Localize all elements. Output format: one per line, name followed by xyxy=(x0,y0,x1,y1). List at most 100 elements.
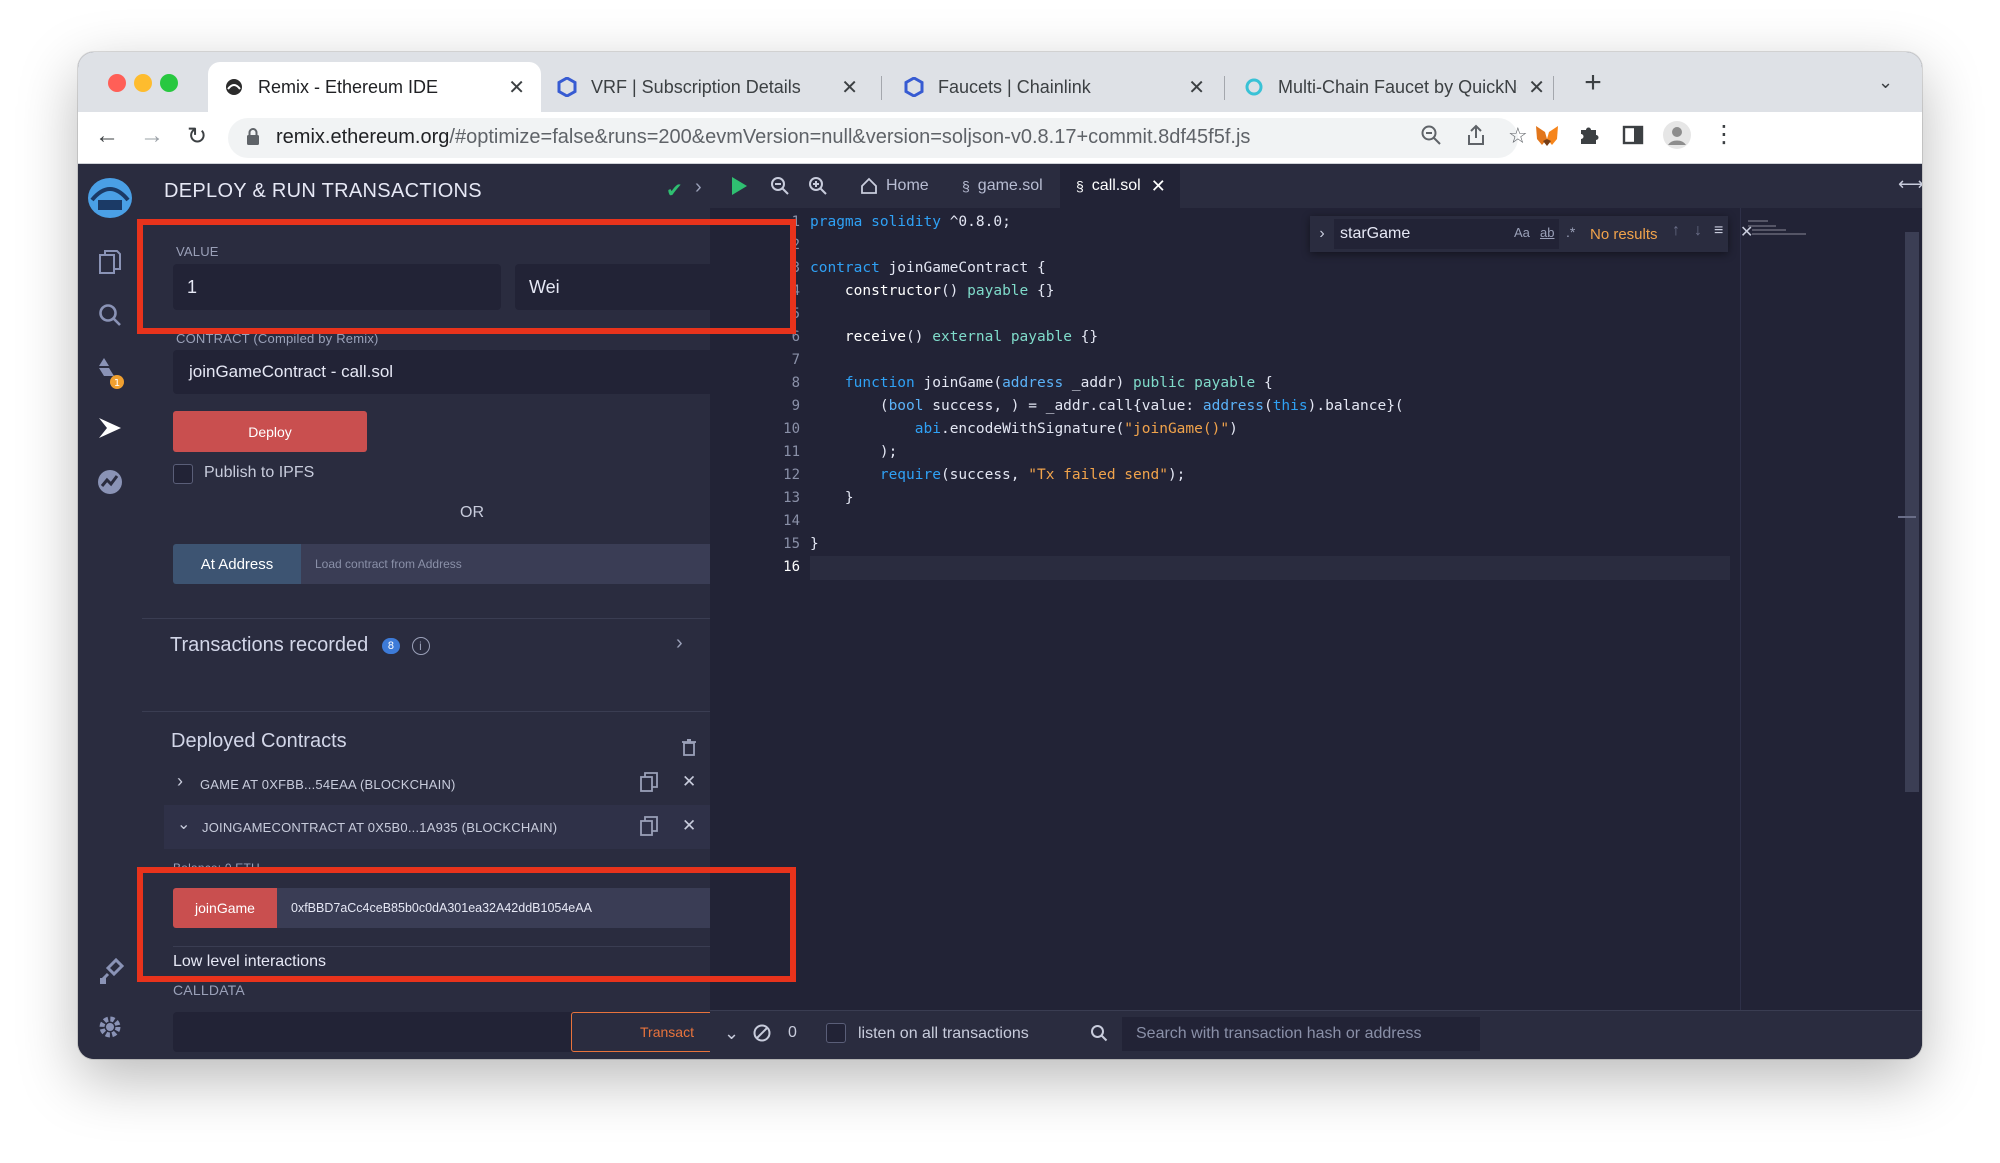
url-host: remix.ethereum.org xyxy=(276,126,450,148)
panel-title: DEPLOY & RUN TRANSACTIONS xyxy=(164,180,482,202)
remix-logo-icon[interactable] xyxy=(78,174,142,220)
close-icon[interactable]: ✕ xyxy=(682,772,696,792)
line-number: 13 xyxy=(783,490,800,506)
reload-button[interactable]: ↻ xyxy=(182,122,212,151)
chevron-right-icon[interactable]: › xyxy=(177,771,183,792)
maximize-window-button[interactable] xyxy=(160,74,178,92)
arrow-down-icon[interactable]: ↓ xyxy=(1694,222,1702,240)
browser-menu-icon[interactable]: ⋮ xyxy=(1712,120,1736,149)
chevron-down-icon[interactable]: ⌄ xyxy=(177,814,190,834)
info-icon[interactable]: i xyxy=(411,636,430,655)
arrow-up-icon[interactable]: ↑ xyxy=(1672,222,1680,240)
whole-word-toggle[interactable]: ab xyxy=(1540,225,1554,240)
close-icon[interactable]: ✕ xyxy=(841,75,858,100)
terminal-bar: ⌄ 0 listen on all transactions Search wi… xyxy=(710,1010,1922,1059)
transactions-recorded-label[interactable]: Transactions recorded 8 i xyxy=(170,634,430,657)
line-number: 7 xyxy=(791,352,800,368)
solidity-file-icon: § xyxy=(962,178,970,194)
minimap[interactable] xyxy=(1746,218,1816,248)
chevron-right-icon[interactable]: › xyxy=(1310,225,1334,243)
contract-instance-game[interactable]: GAME AT 0XFBB...54EAA (BLOCKCHAIN) xyxy=(200,777,456,792)
clear-icon[interactable] xyxy=(752,1023,772,1043)
profile-avatar[interactable] xyxy=(1662,120,1692,150)
analysis-icon[interactable] xyxy=(78,468,142,496)
search-icon[interactable] xyxy=(78,302,142,328)
close-icon[interactable]: ✕ xyxy=(508,75,525,100)
editor-scrollbar[interactable] xyxy=(1905,232,1919,792)
close-icon[interactable]: ✕ xyxy=(1151,176,1166,197)
double-chevron-down-icon[interactable]: ⌄ xyxy=(724,1023,739,1044)
low-level-label: Low level interactions xyxy=(173,953,326,970)
transact-button[interactable]: Transact xyxy=(571,1012,710,1052)
code-line: ); xyxy=(810,444,898,460)
zoom-in-icon[interactable] xyxy=(808,176,828,196)
close-icon[interactable]: ✕ xyxy=(1188,75,1205,100)
tab-home[interactable]: Home xyxy=(846,164,943,208)
close-window-button[interactable] xyxy=(108,74,126,92)
zoom-icon[interactable] xyxy=(1420,124,1442,146)
joingame-address-input[interactable]: 0xfBBD7aCc4ceB85b0c0dA301ea32A42ddB1054e… xyxy=(277,888,710,928)
settings-gear-icon[interactable] xyxy=(78,1014,142,1040)
value-unit-select[interactable]: Wei⬍ xyxy=(515,264,710,310)
tab-game-sol[interactable]: § game.sol xyxy=(946,164,1059,208)
code-line: (bool success, ) = _addr.call{value: add… xyxy=(810,398,1404,414)
sidebar-toggle-icon[interactable] xyxy=(1622,124,1644,146)
plugin-manager-icon[interactable] xyxy=(78,958,142,986)
deploy-button[interactable]: Deploy xyxy=(173,411,367,452)
extensions-puzzle-icon[interactable] xyxy=(1578,124,1600,146)
value-unit-text: Wei xyxy=(529,276,560,297)
back-button[interactable]: ← xyxy=(92,122,122,150)
chevron-right-icon[interactable]: › xyxy=(676,632,683,655)
line-number: 14 xyxy=(783,513,800,529)
new-tab-button[interactable]: + xyxy=(1573,66,1613,100)
file-explorer-icon[interactable] xyxy=(78,248,142,276)
at-address-input[interactable]: Load contract from Address xyxy=(301,544,710,584)
find-in-selection-icon[interactable]: ≡ xyxy=(1714,222,1723,240)
code-line: receive() external payable {} xyxy=(844,329,1099,345)
joingame-button[interactable]: joinGame xyxy=(173,888,277,928)
contract-instance-joingame[interactable]: JOINGAMECONTRACT AT 0X5B0...1A935 (BLOCK… xyxy=(202,820,557,835)
tab-quicknode[interactable]: Multi-Chain Faucet by QuickNo ✕ xyxy=(1228,62,1561,112)
tab-remix[interactable]: Remix - Ethereum IDE ✕ xyxy=(208,62,541,112)
current-line-highlight xyxy=(810,556,1730,580)
minimize-window-button[interactable] xyxy=(134,74,152,92)
tab-search-chevron-icon[interactable]: ⌄ xyxy=(1878,72,1893,93)
code-line: abi.encodeWithSignature("joinGame()") xyxy=(914,421,1238,437)
bookmark-star-icon[interactable]: ☆ xyxy=(1508,123,1528,149)
address-bar[interactable]: remix.ethereum.org/#optimize=false&runs=… xyxy=(228,118,1528,158)
browser-window: Remix - Ethereum IDE ✕ VRF | Subscriptio… xyxy=(78,52,1922,1059)
solidity-compiler-icon[interactable]: 1 xyxy=(78,356,142,390)
tab-divider xyxy=(1553,76,1554,100)
terminal-search-input[interactable]: Search with transaction hash or address xyxy=(1122,1017,1480,1051)
copy-icon[interactable] xyxy=(640,816,658,836)
forward-button[interactable]: → xyxy=(137,122,167,150)
expand-icon[interactable]: ⟷ xyxy=(1898,174,1922,195)
listen-all-checkbox[interactable] xyxy=(826,1023,846,1043)
share-icon[interactable] xyxy=(1466,124,1486,146)
value-input[interactable]: 1 xyxy=(173,264,501,310)
close-icon[interactable]: ✕ xyxy=(1528,75,1545,100)
contract-select[interactable]: joinGameContract - call.sol⬍ xyxy=(173,350,710,394)
balance-label: Balance: 0 ETH xyxy=(173,861,260,875)
trash-icon[interactable] xyxy=(681,738,697,756)
tab-vrf[interactable]: VRF | Subscription Details ✕ xyxy=(541,62,874,112)
match-case-toggle[interactable]: Aa xyxy=(1514,225,1530,240)
run-script-icon[interactable] xyxy=(730,176,748,196)
regex-toggle[interactable]: .* xyxy=(1566,224,1575,240)
code-line: require(success, "Tx failed send"); xyxy=(879,467,1186,483)
publish-ipfs-checkbox[interactable] xyxy=(173,464,193,484)
at-address-button[interactable]: At Address xyxy=(173,544,301,584)
calldata-input[interactable] xyxy=(173,1012,574,1052)
metamask-extension-icon[interactable] xyxy=(1534,124,1560,148)
quicknode-favicon-icon xyxy=(1244,77,1264,97)
zoom-out-icon[interactable] xyxy=(770,176,790,196)
chevron-right-icon[interactable]: › xyxy=(695,176,702,199)
tab-faucets[interactable]: Faucets | Chainlink ✕ xyxy=(888,62,1221,112)
find-result-text: No results xyxy=(1590,226,1658,243)
close-icon[interactable]: ✕ xyxy=(682,816,696,836)
deploy-run-icon[interactable] xyxy=(78,414,142,442)
copy-icon[interactable] xyxy=(640,772,658,792)
editor-tabs: Home § game.sol § call.sol ✕ ⟷ xyxy=(710,164,1922,208)
close-icon[interactable]: ✕ xyxy=(1740,222,1753,242)
tab-call-sol[interactable]: § call.sol ✕ xyxy=(1060,164,1180,208)
